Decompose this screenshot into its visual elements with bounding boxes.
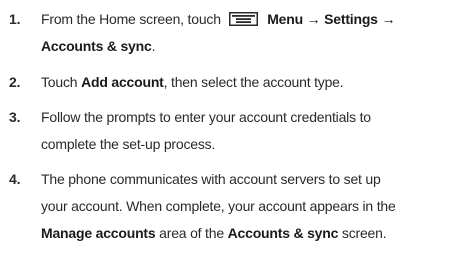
step-line: Accounts & sync. xyxy=(41,33,471,60)
text-bold: Manage accounts xyxy=(41,225,156,241)
step-line: Follow the prompts to enter your account… xyxy=(41,109,371,125)
step-text: Touch Add account, then select the accou… xyxy=(41,69,471,96)
step-number: 3. xyxy=(9,109,21,125)
step-number: 2. xyxy=(9,74,21,90)
step-text: Follow the prompts to enter your account… xyxy=(41,104,471,158)
step-number: 1. xyxy=(9,11,21,27)
step-line: complete the set-up process. xyxy=(41,136,216,152)
step-text: From the Home screen, touch Menu → Setti… xyxy=(41,6,471,60)
step-line: Manage accounts area of the Accounts & s… xyxy=(41,220,471,247)
text-segment: screen. xyxy=(338,225,387,241)
step-line: From the Home screen, touch Menu → Setti… xyxy=(41,6,471,33)
text-segment: From the Home screen, touch xyxy=(41,11,221,27)
text-segment: , then select the account type. xyxy=(163,74,344,90)
step-number: 4. xyxy=(9,171,21,187)
step-text: The phone communicates with account serv… xyxy=(41,166,471,247)
text-segment: area of the xyxy=(155,225,228,241)
step-line: Touch Add account, then select the accou… xyxy=(41,69,471,96)
text-bold: Accounts & sync xyxy=(227,225,339,241)
text-bold: Menu → Settings → xyxy=(267,11,396,27)
step-line: your account. When complete, your accoun… xyxy=(41,198,396,214)
text-bold: Add account xyxy=(81,74,164,90)
instruction-steps: 1. From the Home screen, touch Menu → Se… xyxy=(0,0,473,253)
text-bold: Accounts & sync xyxy=(41,38,152,54)
step-line: The phone communicates with account serv… xyxy=(41,171,381,187)
text-segment: . xyxy=(151,38,156,54)
menu-icon xyxy=(228,12,258,26)
text-segment: Touch xyxy=(41,74,82,90)
